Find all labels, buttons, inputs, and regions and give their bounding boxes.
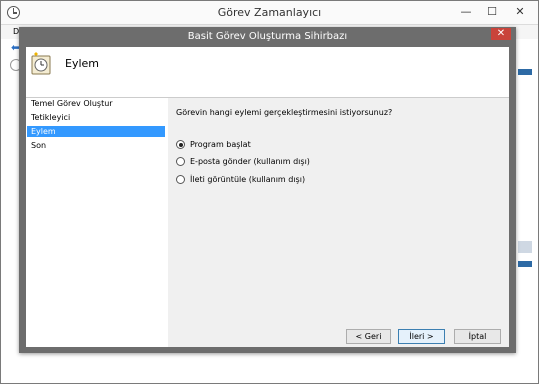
create-basic-task-wizard: Basit Görev Oluşturma Sihirbazı ✕ Eylem … [19, 27, 516, 353]
action-panel: Görevin hangi eylemi gerçekleştirmesini … [168, 98, 509, 347]
action-icon[interactable] [518, 261, 532, 267]
wizard-title: Basit Görev Oluşturma Sihirbazı [187, 31, 348, 42]
cancel-button[interactable]: İptal [454, 329, 501, 344]
actions-pane [514, 41, 536, 376]
maximize-button[interactable]: ☐ [480, 3, 504, 21]
back-button[interactable]: < Geri [346, 329, 391, 344]
action-icon[interactable] [518, 69, 532, 75]
wizard-body: Eylem Temel Görev Oluştur Tetikleyici Ey… [26, 47, 509, 347]
page-title: Eylem [65, 57, 99, 70]
minimize-button[interactable]: — [454, 3, 478, 21]
wizard-close-button[interactable]: ✕ [491, 28, 511, 40]
step-trigger[interactable]: Tetikleyici [27, 112, 165, 123]
step-create-basic-task[interactable]: Temel Görev Oluştur [27, 98, 165, 109]
next-button[interactable]: İleri > [398, 329, 445, 344]
radio-button[interactable] [176, 140, 185, 149]
wizard-content: Temel Görev Oluştur Tetikleyici Eylem So… [26, 98, 509, 347]
radio-button[interactable] [176, 157, 185, 166]
title-bar: Görev Zamanlayıcı — ☐ ✕ [1, 1, 538, 25]
wizard-steps-nav: Temel Görev Oluştur Tetikleyici Eylem So… [26, 98, 168, 347]
option-label[interactable]: İleti görüntüle (kullanım dışı) [190, 175, 305, 184]
step-finish[interactable]: Son [27, 140, 165, 151]
step-action[interactable]: Eylem [27, 126, 165, 137]
option-label[interactable]: Program başlat [190, 140, 251, 149]
option-label[interactable]: E-posta gönder (kullanım dışı) [190, 157, 310, 166]
task-wizard-icon [31, 52, 51, 75]
close-button[interactable]: ✕ [508, 3, 532, 21]
radio-button[interactable] [176, 175, 185, 184]
wizard-header: Eylem [26, 47, 509, 98]
action-question: Görevin hangi eylemi gerçekleştirmesini … [176, 108, 393, 117]
action-icon[interactable] [518, 241, 532, 253]
